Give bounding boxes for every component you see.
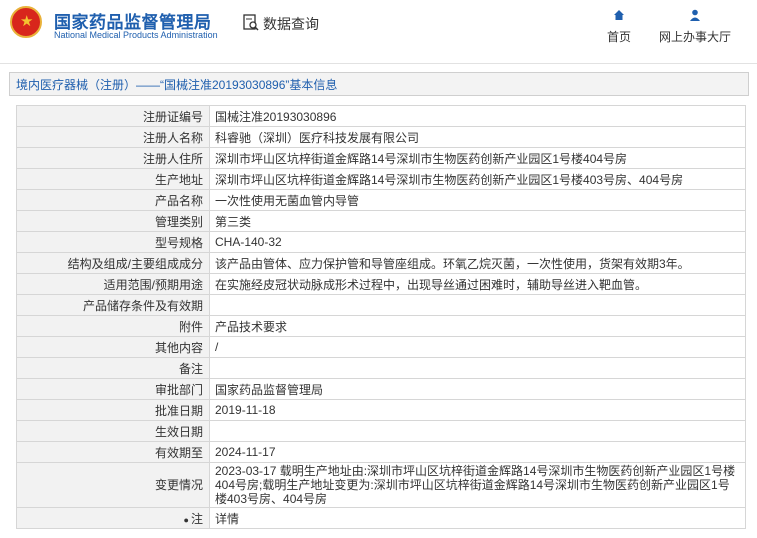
record-title: 境内医疗器械（注册）——“国械注准20193030896”基本信息 [9,72,749,96]
user-icon [690,9,700,21]
detail-table: 注册证编号 国械注准20193030896 注册人名称 科睿驰（深圳）医疗科技发展有限… [16,105,746,529]
field-label: 注册人名称 [16,126,210,148]
details-link[interactable]: 详情 [209,507,746,529]
lightbulb-icon: ● [183,514,189,525]
field-label-text: 备注 [178,361,203,376]
field-label: 审批部门 [16,378,210,400]
field-label-text: 注 [190,511,203,526]
field-value: 深圳市坪山区坑梓街道金辉路14号深圳市生物医药创新产业园区1号楼404号房 [209,147,746,169]
table-row: 其他内容 / [16,336,746,358]
field-value: 2024-11-17 [209,441,746,463]
table-row: 备注 [16,357,746,379]
table-row: 生效日期 [16,420,746,442]
field-value: 第三类 [209,210,746,232]
field-value [209,420,746,442]
field-label-text: 其他内容 [154,340,203,355]
field-label-text: 注册人名称 [142,130,203,145]
field-value: 在实施经皮冠状动脉成形术过程中，出现导丝通过困难时，辅助导丝进入靶血管。 [209,273,746,295]
field-label: 注册人住所 [16,147,210,169]
nav-online-office[interactable]: 网上办事大厅 [655,8,735,45]
table-row: 型号规格 CHA-140-32 [16,231,746,253]
table-row: 适用范围/预期用途 在实施经皮冠状动脉成形术过程中，出现导丝通过困难时，辅助导丝进… [16,273,746,295]
field-label-text: 管理类别 [154,214,203,229]
table-row: 生产地址 深圳市坪山区坑梓街道金辉路14号深圳市生物医药创新产业园区1号楼403号… [16,168,746,190]
national-emblem-logo [10,6,42,38]
field-label-text: 产品储存条件及有效期 [82,298,203,313]
field-label: 生产地址 [16,168,210,190]
table-row: 注册证编号 国械注准20193030896 [16,105,746,127]
field-label: 型号规格 [16,231,210,253]
table-row: 批准日期 2019-11-18 [16,399,746,421]
field-value: / [209,336,746,358]
site-title-en: National Medical Products Administration [54,30,218,40]
field-label: 管理类别 [16,210,210,232]
field-label-text: 适用范围/预期用途 [103,277,203,292]
field-value: 国械注准20193030896 [209,105,746,127]
table-row: 产品名称 一次性使用无菌血管内导管 [16,189,746,211]
field-label-text: 审批部门 [154,382,203,397]
field-value: 2019-11-18 [209,399,746,421]
field-value: CHA-140-32 [209,231,746,253]
home-icon [614,10,624,20]
nav-home-label: 首页 [606,30,631,44]
nav-home[interactable]: 首页 [603,8,635,45]
table-row: 有效期至 2024-11-17 [16,441,746,463]
field-label-text: 型号规格 [154,235,203,250]
field-label-text: 变更情况 [154,478,203,492]
table-row: 管理类别 第三类 [16,210,746,232]
table-row: 注册人名称 科睿驰（深圳）医疗科技发展有限公司 [16,126,746,148]
field-label-text: 结构及组成/主要组成成分 [67,256,203,271]
field-label: 变更情况 [16,462,210,508]
field-label-text: 注册人住所 [142,151,203,166]
field-label: 备注 [16,357,210,379]
field-label-text: 产品名称 [154,193,203,208]
field-value [209,357,746,379]
table-row: 变更情况 2023-03-17 载明生产地址由:深圳市坪山区坑梓街道金辉路14号深… [16,462,746,508]
table-row: 注册人住所 深圳市坪山区坑梓街道金辉路14号深圳市生物医药创新产业园区1号楼404… [16,147,746,169]
field-label: 结构及组成/主要组成成分 [16,252,210,274]
field-value: 深圳市坪山区坑梓街道金辉路14号深圳市生物医药创新产业园区1号楼403号房、40… [209,168,746,190]
field-label: 其他内容 [16,336,210,358]
field-label: ● 注 [16,507,210,529]
field-value: 科睿驰（深圳）医疗科技发展有限公司 [209,126,746,148]
field-label-text: 生产地址 [154,172,203,187]
field-label-text: 批准日期 [154,403,203,418]
field-label: 有效期至 [16,441,210,463]
field-value [209,294,746,316]
site-header: 国家药品监督管理局 National Medical Products Admi… [0,0,757,58]
field-label-text: 有效期至 [154,445,203,460]
nav-office-label: 网上办事大厅 [658,30,731,44]
table-row: 附件 产品技术要求 [16,315,746,337]
table-row: 产品储存条件及有效期 [16,294,746,316]
header-divider [0,63,757,64]
field-value: 国家药品监督管理局 [209,378,746,400]
search-document-icon[interactable] [243,14,259,32]
field-label: 批准日期 [16,399,210,421]
table-row: 结构及组成/主要组成成分 该产品由管体、应力保护管和导管座组成。环氧乙烷灭菌，一次… [16,252,746,274]
field-label-text: 附件 [178,319,203,334]
field-label-text: 注册证编号 [142,109,203,124]
field-value: 2023-03-17 载明生产地址由:深圳市坪山区坑梓街道金辉路14号深圳市生物… [209,462,746,508]
field-label: 生效日期 [16,420,210,442]
table-row: ● 注详情 [16,507,746,529]
field-label: 适用范围/预期用途 [16,273,210,295]
field-label: 产品储存条件及有效期 [16,294,210,316]
field-value: 产品技术要求 [209,315,746,337]
table-row: 审批部门 国家药品监督管理局 [16,378,746,400]
field-label: 产品名称 [16,189,210,211]
field-label-text: 生效日期 [154,424,203,439]
field-value: 该产品由管体、应力保护管和导管座组成。环氧乙烷灭菌，一次性使用，货架有效期3年。 [209,252,746,274]
data-query-link[interactable]: 数据查询 [263,14,319,34]
field-label: 附件 [16,315,210,337]
field-value: 一次性使用无菌血管内导管 [209,189,746,211]
field-label: 注册证编号 [16,105,210,127]
